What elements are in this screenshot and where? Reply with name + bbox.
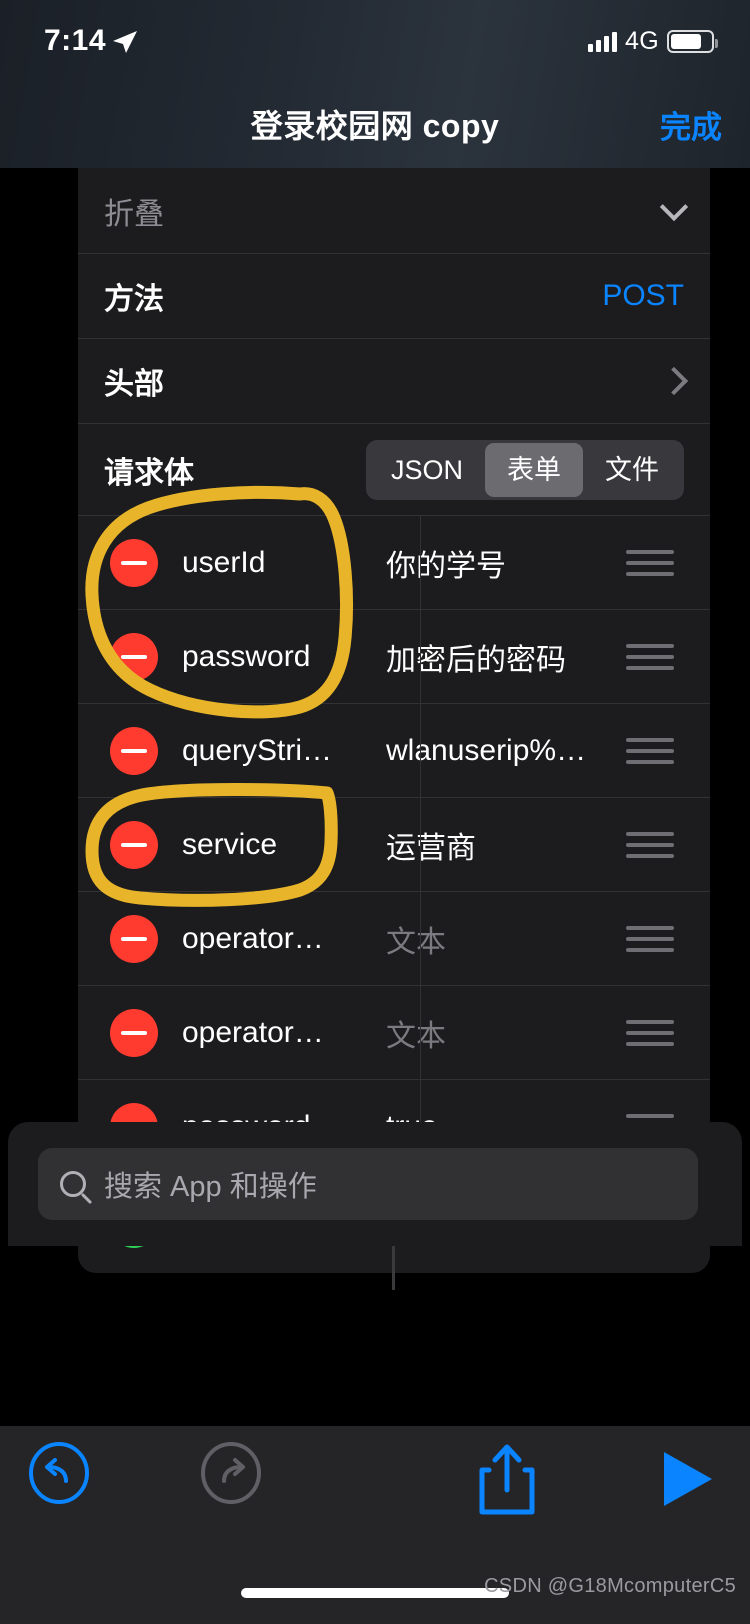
- field-value[interactable]: 加密后的密码: [386, 635, 626, 679]
- field-value[interactable]: wlanuserip%…: [386, 734, 626, 768]
- headers-chevron-wrap: [659, 366, 689, 396]
- minus-circle-icon[interactable]: [110, 914, 158, 963]
- location-arrow-icon: [113, 31, 137, 53]
- table-row[interactable]: service 运营商: [78, 797, 710, 891]
- field-value[interactable]: 运营商: [386, 823, 626, 867]
- segment-json[interactable]: JSON: [369, 443, 485, 497]
- table-row[interactable]: userId 你的学号: [78, 515, 710, 609]
- status-bar: 7:14 4G: [0, 18, 750, 64]
- minus-circle-icon[interactable]: [110, 726, 158, 775]
- redo-icon: [201, 1442, 261, 1504]
- network-type-label: 4G: [625, 26, 659, 55]
- column-divider: [420, 704, 421, 797]
- request-body-row: 请求体 JSON 表单 文件: [78, 423, 710, 515]
- page-title: 登录校园网 copy: [250, 108, 500, 144]
- drag-handle-icon[interactable]: [626, 643, 674, 670]
- field-key[interactable]: userId: [182, 546, 348, 580]
- segment-file[interactable]: 文件: [583, 443, 681, 497]
- minus-circle-icon[interactable]: [110, 632, 158, 681]
- collapse-row[interactable]: 折叠: [78, 168, 710, 253]
- table-row[interactable]: operator… 文本: [78, 985, 710, 1079]
- share-icon: [479, 1444, 535, 1515]
- get-contents-of-url-action-card: 折叠 方法 POST 头部 请求体 JSON 表单 文件 userId 你的学号…: [78, 168, 710, 1273]
- home-indicator: [241, 1588, 509, 1598]
- undo-button[interactable]: [28, 1442, 90, 1509]
- method-row[interactable]: 方法 POST: [78, 253, 710, 338]
- status-bar-indicators: 4G: [588, 18, 718, 64]
- field-value[interactable]: 文本: [386, 1011, 626, 1055]
- battery-icon: [667, 29, 718, 53]
- minus-circle-icon[interactable]: [110, 1008, 158, 1057]
- column-divider: [420, 610, 421, 703]
- collapse-label: 折叠: [104, 197, 164, 231]
- drag-handle-icon[interactable]: [626, 831, 674, 858]
- search-input[interactable]: 搜索 App 和操作: [38, 1148, 698, 1220]
- bottom-toolbar: CSDN @G18McomputerC5: [0, 1426, 750, 1624]
- search-panel: 搜索 App 和操作: [8, 1122, 742, 1246]
- watermark-label: CSDN @G18McomputerC5: [484, 1575, 736, 1597]
- done-button[interactable]: 完成: [660, 80, 722, 168]
- drag-handle-icon[interactable]: [626, 1019, 674, 1046]
- collapse-chevron-wrap: [659, 192, 689, 225]
- redo-button[interactable]: [200, 1442, 262, 1509]
- headers-label: 头部: [104, 368, 164, 401]
- field-key[interactable]: operator…: [182, 922, 348, 956]
- search-placeholder: 搜索 App 和操作: [104, 1171, 317, 1203]
- table-row[interactable]: password 加密后的密码: [78, 609, 710, 703]
- column-divider: [420, 892, 421, 985]
- field-key[interactable]: operator…: [182, 1016, 348, 1050]
- table-row[interactable]: queryStri… wlanuserip%…: [78, 703, 710, 797]
- drag-handle-icon[interactable]: [626, 925, 674, 952]
- signal-bars-icon: [588, 30, 618, 52]
- headers-row[interactable]: 头部: [78, 338, 710, 423]
- undo-icon: [29, 1442, 89, 1504]
- navigation-bar: 登录校园网 copy 完成: [0, 80, 750, 168]
- minus-circle-icon[interactable]: [110, 820, 158, 869]
- method-value[interactable]: POST: [602, 279, 684, 313]
- drag-handle-icon[interactable]: [626, 737, 674, 764]
- chevron-right-icon: [659, 366, 689, 396]
- method-value-wrap[interactable]: POST: [602, 279, 684, 313]
- table-row[interactable]: operator… 文本: [78, 891, 710, 985]
- chevron-down-icon: [659, 192, 689, 221]
- body-type-segmented-control[interactable]: JSON 表单 文件: [365, 439, 684, 500]
- share-button[interactable]: [476, 1442, 538, 1521]
- field-key[interactable]: password: [182, 640, 348, 674]
- field-value[interactable]: 文本: [386, 917, 626, 961]
- run-button[interactable]: [658, 1448, 716, 1515]
- request-body-label: 请求体: [104, 456, 194, 490]
- status-and-nav-header: 7:14 4G 登录校园网 copy 完成: [0, 0, 750, 168]
- minus-circle-icon[interactable]: [110, 538, 158, 587]
- segment-form[interactable]: 表单: [485, 442, 583, 497]
- search-icon: [60, 1171, 86, 1197]
- field-key[interactable]: service: [182, 828, 348, 862]
- column-divider: [420, 986, 421, 1079]
- field-value[interactable]: 你的学号: [386, 541, 626, 585]
- column-divider: [420, 516, 421, 609]
- status-bar-time: 7:14: [44, 24, 107, 57]
- field-key[interactable]: queryStri…: [182, 734, 348, 768]
- play-icon: [664, 1452, 712, 1506]
- column-divider: [420, 798, 421, 891]
- method-label: 方法: [104, 283, 164, 316]
- drag-handle-icon[interactable]: [626, 549, 674, 576]
